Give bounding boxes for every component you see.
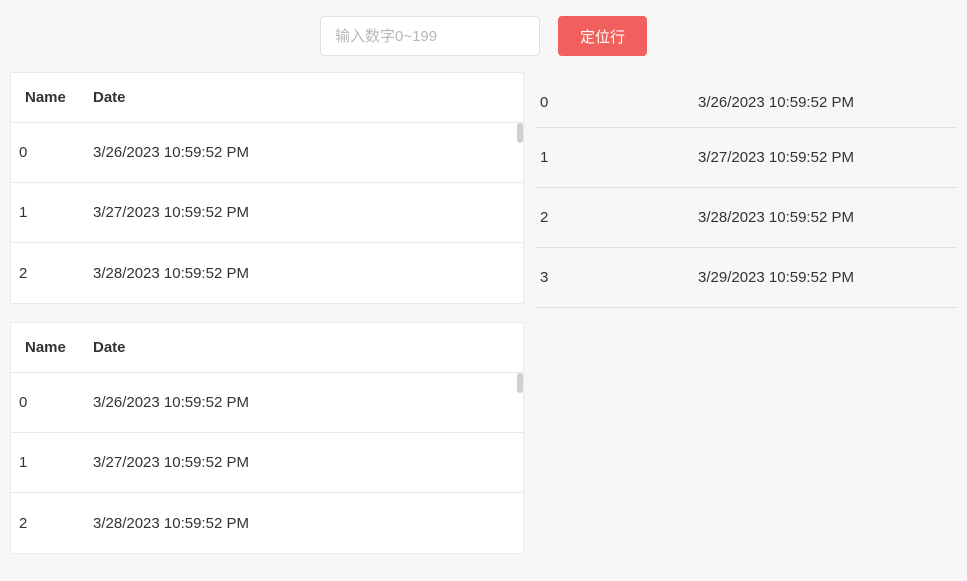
- topbar: 定位行: [0, 0, 967, 72]
- cell-name: 2: [11, 515, 91, 532]
- table-row[interactable]: 2 3/28/2023 10:59:52 PM: [11, 493, 523, 553]
- col-header-date: Date: [91, 89, 523, 106]
- right-column: 0 3/26/2023 10:59:52 PM 1 3/27/2023 10:5…: [536, 72, 957, 554]
- cell-date: 3/26/2023 10:59:52 PM: [91, 144, 523, 161]
- cell-name: 1: [11, 454, 91, 471]
- table-row[interactable]: 1 3/27/2023 10:59:52 PM: [11, 183, 523, 243]
- cell-name: 0: [536, 94, 698, 111]
- left-column: Name Date 0 3/26/2023 10:59:52 PM 1 3/27…: [10, 72, 524, 554]
- cell-name: 0: [11, 394, 91, 411]
- table-row[interactable]: 0 3/26/2023 10:59:52 PM: [536, 72, 957, 128]
- content-area: Name Date 0 3/26/2023 10:59:52 PM 1 3/27…: [0, 72, 967, 554]
- cell-date: 3/26/2023 10:59:52 PM: [91, 394, 523, 411]
- table-a-header-row: Name Date: [11, 73, 523, 123]
- cell-name: 3: [536, 269, 698, 286]
- table-row[interactable]: 1 3/27/2023 10:59:52 PM: [11, 433, 523, 493]
- row-number-input[interactable]: [320, 16, 540, 56]
- table-row[interactable]: 2 3/28/2023 10:59:52 PM: [11, 243, 523, 303]
- cell-date: 3/28/2023 10:59:52 PM: [91, 515, 523, 532]
- cell-name: 0: [11, 144, 91, 161]
- table-row[interactable]: 2 3/28/2023 10:59:52 PM: [536, 188, 957, 248]
- cell-date: 3/29/2023 10:59:52 PM: [698, 269, 957, 286]
- col-header-name: Name: [11, 89, 91, 106]
- table-row[interactable]: 0 3/26/2023 10:59:52 PM: [11, 373, 523, 433]
- table-row[interactable]: 1 3/27/2023 10:59:52 PM: [536, 128, 957, 188]
- col-header-date: Date: [91, 339, 523, 356]
- table-c: 0 3/26/2023 10:59:52 PM 1 3/27/2023 10:5…: [536, 72, 957, 308]
- cell-name: 1: [11, 204, 91, 221]
- cell-date: 3/28/2023 10:59:52 PM: [698, 209, 957, 226]
- cell-date: 3/26/2023 10:59:52 PM: [698, 94, 957, 111]
- cell-date: 3/27/2023 10:59:52 PM: [698, 149, 957, 166]
- table-b-header-row: Name Date: [11, 323, 523, 373]
- table-b: Name Date 0 3/26/2023 10:59:52 PM 1 3/27…: [10, 322, 524, 554]
- cell-date: 3/27/2023 10:59:52 PM: [91, 454, 523, 471]
- col-header-name: Name: [11, 339, 91, 356]
- cell-date: 3/27/2023 10:59:52 PM: [91, 204, 523, 221]
- scrollbar-thumb[interactable]: [517, 373, 523, 393]
- cell-date: 3/28/2023 10:59:52 PM: [91, 265, 523, 282]
- table-row[interactable]: 3 3/29/2023 10:59:52 PM: [536, 248, 957, 308]
- cell-name: 1: [536, 149, 698, 166]
- cell-name: 2: [11, 265, 91, 282]
- table-a: Name Date 0 3/26/2023 10:59:52 PM 1 3/27…: [10, 72, 524, 304]
- cell-name: 2: [536, 209, 698, 226]
- table-row[interactable]: 0 3/26/2023 10:59:52 PM: [11, 123, 523, 183]
- locate-row-button[interactable]: 定位行: [558, 16, 647, 56]
- scrollbar-thumb[interactable]: [517, 123, 523, 143]
